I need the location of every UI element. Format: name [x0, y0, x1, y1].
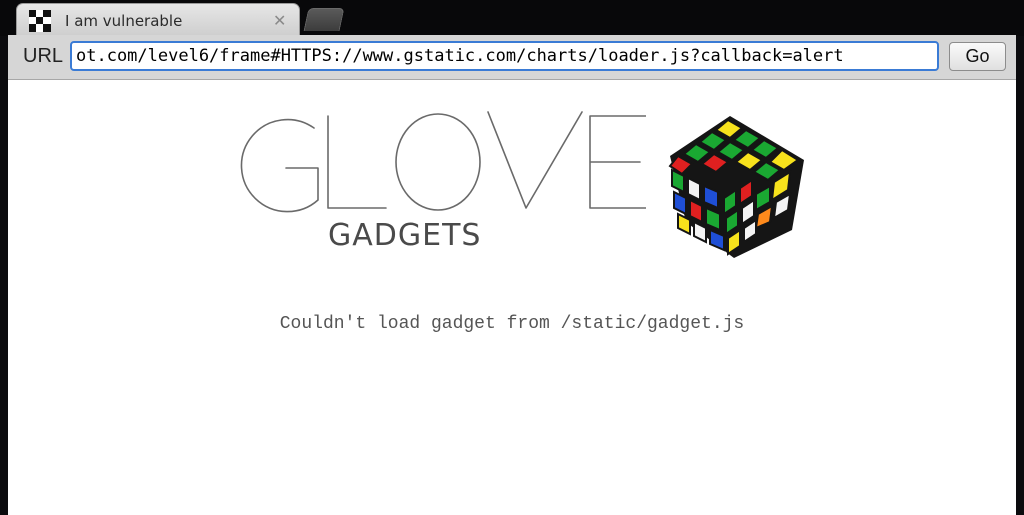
logo-letter-g	[240, 118, 319, 213]
page-content: GADGETS Couldn't load gadget from /stati…	[8, 80, 1016, 515]
url-input[interactable]: ot.com/level6/frame#HTTPS://www.gstatic.…	[70, 41, 939, 71]
tab-close-icon[interactable]: ✕	[273, 11, 286, 30]
go-button[interactable]: Go	[949, 42, 1006, 71]
toolbar: URL ot.com/level6/frame#HTTPS://www.gsta…	[8, 35, 1016, 80]
url-label: URL	[23, 45, 64, 67]
error-message: Couldn't load gadget from /static/gadget…	[279, 314, 745, 334]
tab-strip: I am vulnerable ✕	[0, 0, 1024, 36]
logo-letter-e	[589, 115, 646, 209]
tab-title: I am vulnerable	[65, 12, 183, 30]
checkered-favicon-icon	[29, 10, 51, 32]
url-text: ot.com/level6/frame#HTTPS://www.gstatic.…	[76, 46, 844, 66]
new-tab-button[interactable]	[303, 8, 345, 31]
logo-letter-v	[487, 111, 583, 209]
tab-active[interactable]: I am vulnerable ✕	[16, 3, 300, 35]
logo-letter-l	[327, 115, 387, 209]
browser-window: I am vulnerable ✕ URL ot.com/level6/fram…	[0, 0, 1024, 515]
logo-letter-o	[395, 113, 481, 211]
rubiks-cube-image	[668, 116, 804, 258]
logo-gadgets-text: GADGETS	[328, 218, 482, 253]
